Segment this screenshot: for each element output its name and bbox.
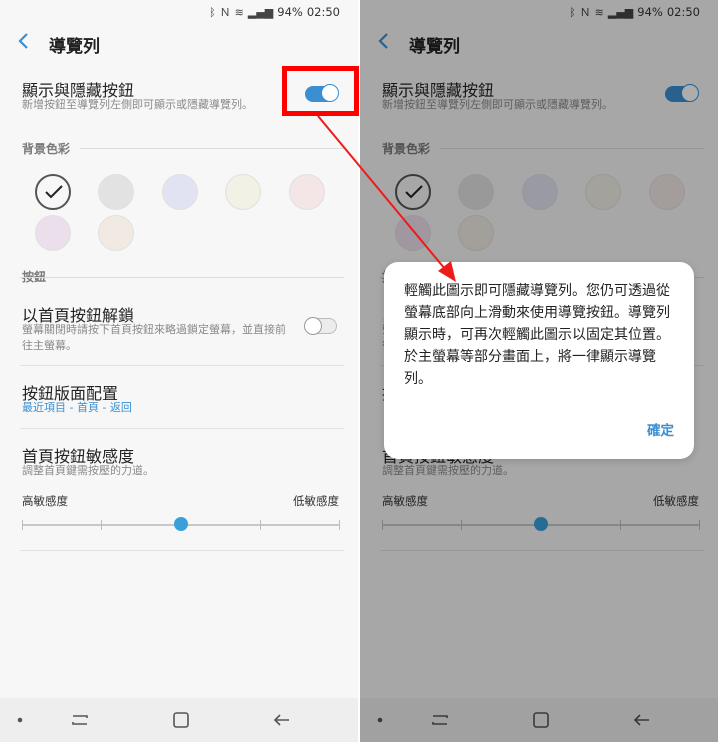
slider-tick — [260, 520, 261, 530]
battery-level: 94% — [277, 5, 303, 19]
status-bar: ᛒ Ｎ ≋ ▂▄▆ 94% 02:50 — [0, 0, 358, 24]
color-swatch-7[interactable] — [98, 215, 134, 251]
slider-thumb[interactable] — [174, 517, 188, 531]
hide-navbar-dialog: 輕觸此圖示即可隱藏導覽列。您仍可透過從螢幕底部向上滑動來使用導覽按鈕。導覽列顯示… — [384, 262, 694, 459]
page-title: 導覽列 — [49, 37, 100, 57]
color-swatch-1[interactable] — [35, 174, 71, 210]
unlock-home-subtitle: 螢幕關閉時請按下首頁按鈕來略過鎖定螢幕，並直接前往主螢幕。 — [22, 323, 286, 352]
dot-icon — [17, 717, 23, 723]
nfc-icon: Ｎ — [219, 6, 231, 19]
button-layout-value: 最近項目 - 首頁 - 返回 — [22, 401, 132, 414]
color-swatch-2[interactable] — [98, 174, 134, 210]
section-divider — [80, 148, 344, 149]
sensitivity-slider[interactable] — [22, 517, 340, 531]
home-icon — [173, 712, 189, 728]
row-divider — [20, 365, 344, 366]
recents-button[interactable] — [68, 708, 92, 732]
row-divider — [20, 550, 344, 551]
slider-tick — [22, 520, 23, 530]
row-divider — [20, 428, 344, 429]
button-layout-row[interactable]: 按鈕版面配置 最近項目 - 首頁 - 返回 — [0, 378, 358, 422]
color-swatch-3[interactable] — [162, 174, 198, 210]
bluetooth-icon: ᛒ — [209, 5, 216, 19]
unlock-home-row[interactable]: 以首頁按鈕解鎖 螢幕關閉時請按下首頁按鈕來略過鎖定螢幕，並直接前往主螢幕。 — [0, 300, 358, 360]
sensitivity-low-label: 低敏感度 — [293, 494, 339, 508]
back-arrow-icon — [273, 714, 289, 726]
sensitivity-high-label: 高敏感度 — [22, 494, 68, 508]
sensitivity-subtitle: 調整首頁鍵需按壓的力道。 — [22, 464, 154, 477]
settings-screen-with-dialog: ᛒ Ｎ ≋ ▂▄▆ 94% 02:50 導覽列 顯示與隱藏按鈕 新增按鈕至導覽列… — [360, 0, 718, 742]
back-button[interactable] — [13, 28, 35, 54]
color-swatch-4[interactable] — [225, 174, 261, 210]
slider-tick — [101, 520, 102, 530]
toggle-highlight-box — [282, 66, 359, 116]
nav-toggle-button[interactable] — [10, 708, 34, 732]
checkmark-icon — [45, 185, 63, 199]
back-nav-button[interactable] — [270, 708, 294, 732]
dialog-message: 輕觸此圖示即可隱藏導覽列。您仍可透過從螢幕底部向上滑動來使用導覽按鈕。導覽列顯示… — [404, 283, 670, 387]
section-divider — [20, 277, 344, 278]
slider-tick — [339, 520, 340, 530]
show-hide-subtitle: 新增按鈕至導覽列左側即可顯示或隱藏導覽列。 — [22, 98, 253, 111]
background-section-title: 背景色彩 — [22, 142, 71, 156]
wifi-icon: ≋ — [234, 5, 244, 19]
unlock-home-toggle[interactable] — [304, 317, 337, 335]
recents-icon — [72, 715, 88, 725]
clock: 02:50 — [306, 5, 340, 19]
signal-icon: ▂▄▆ — [247, 5, 274, 19]
color-swatch-6[interactable] — [35, 215, 71, 251]
color-swatch-5[interactable] — [289, 174, 325, 210]
chevron-left-icon — [18, 33, 28, 49]
toggle-knob — [304, 317, 322, 335]
sensitivity-row: 首頁按鈕敏感度 調整首頁鍵需按壓的力道。 — [0, 441, 358, 485]
dialog-ok-button[interactable]: 確定 — [647, 419, 674, 439]
home-button[interactable] — [169, 708, 193, 732]
navigation-bar — [0, 698, 358, 742]
app-bar: 導覽列 — [0, 24, 358, 62]
